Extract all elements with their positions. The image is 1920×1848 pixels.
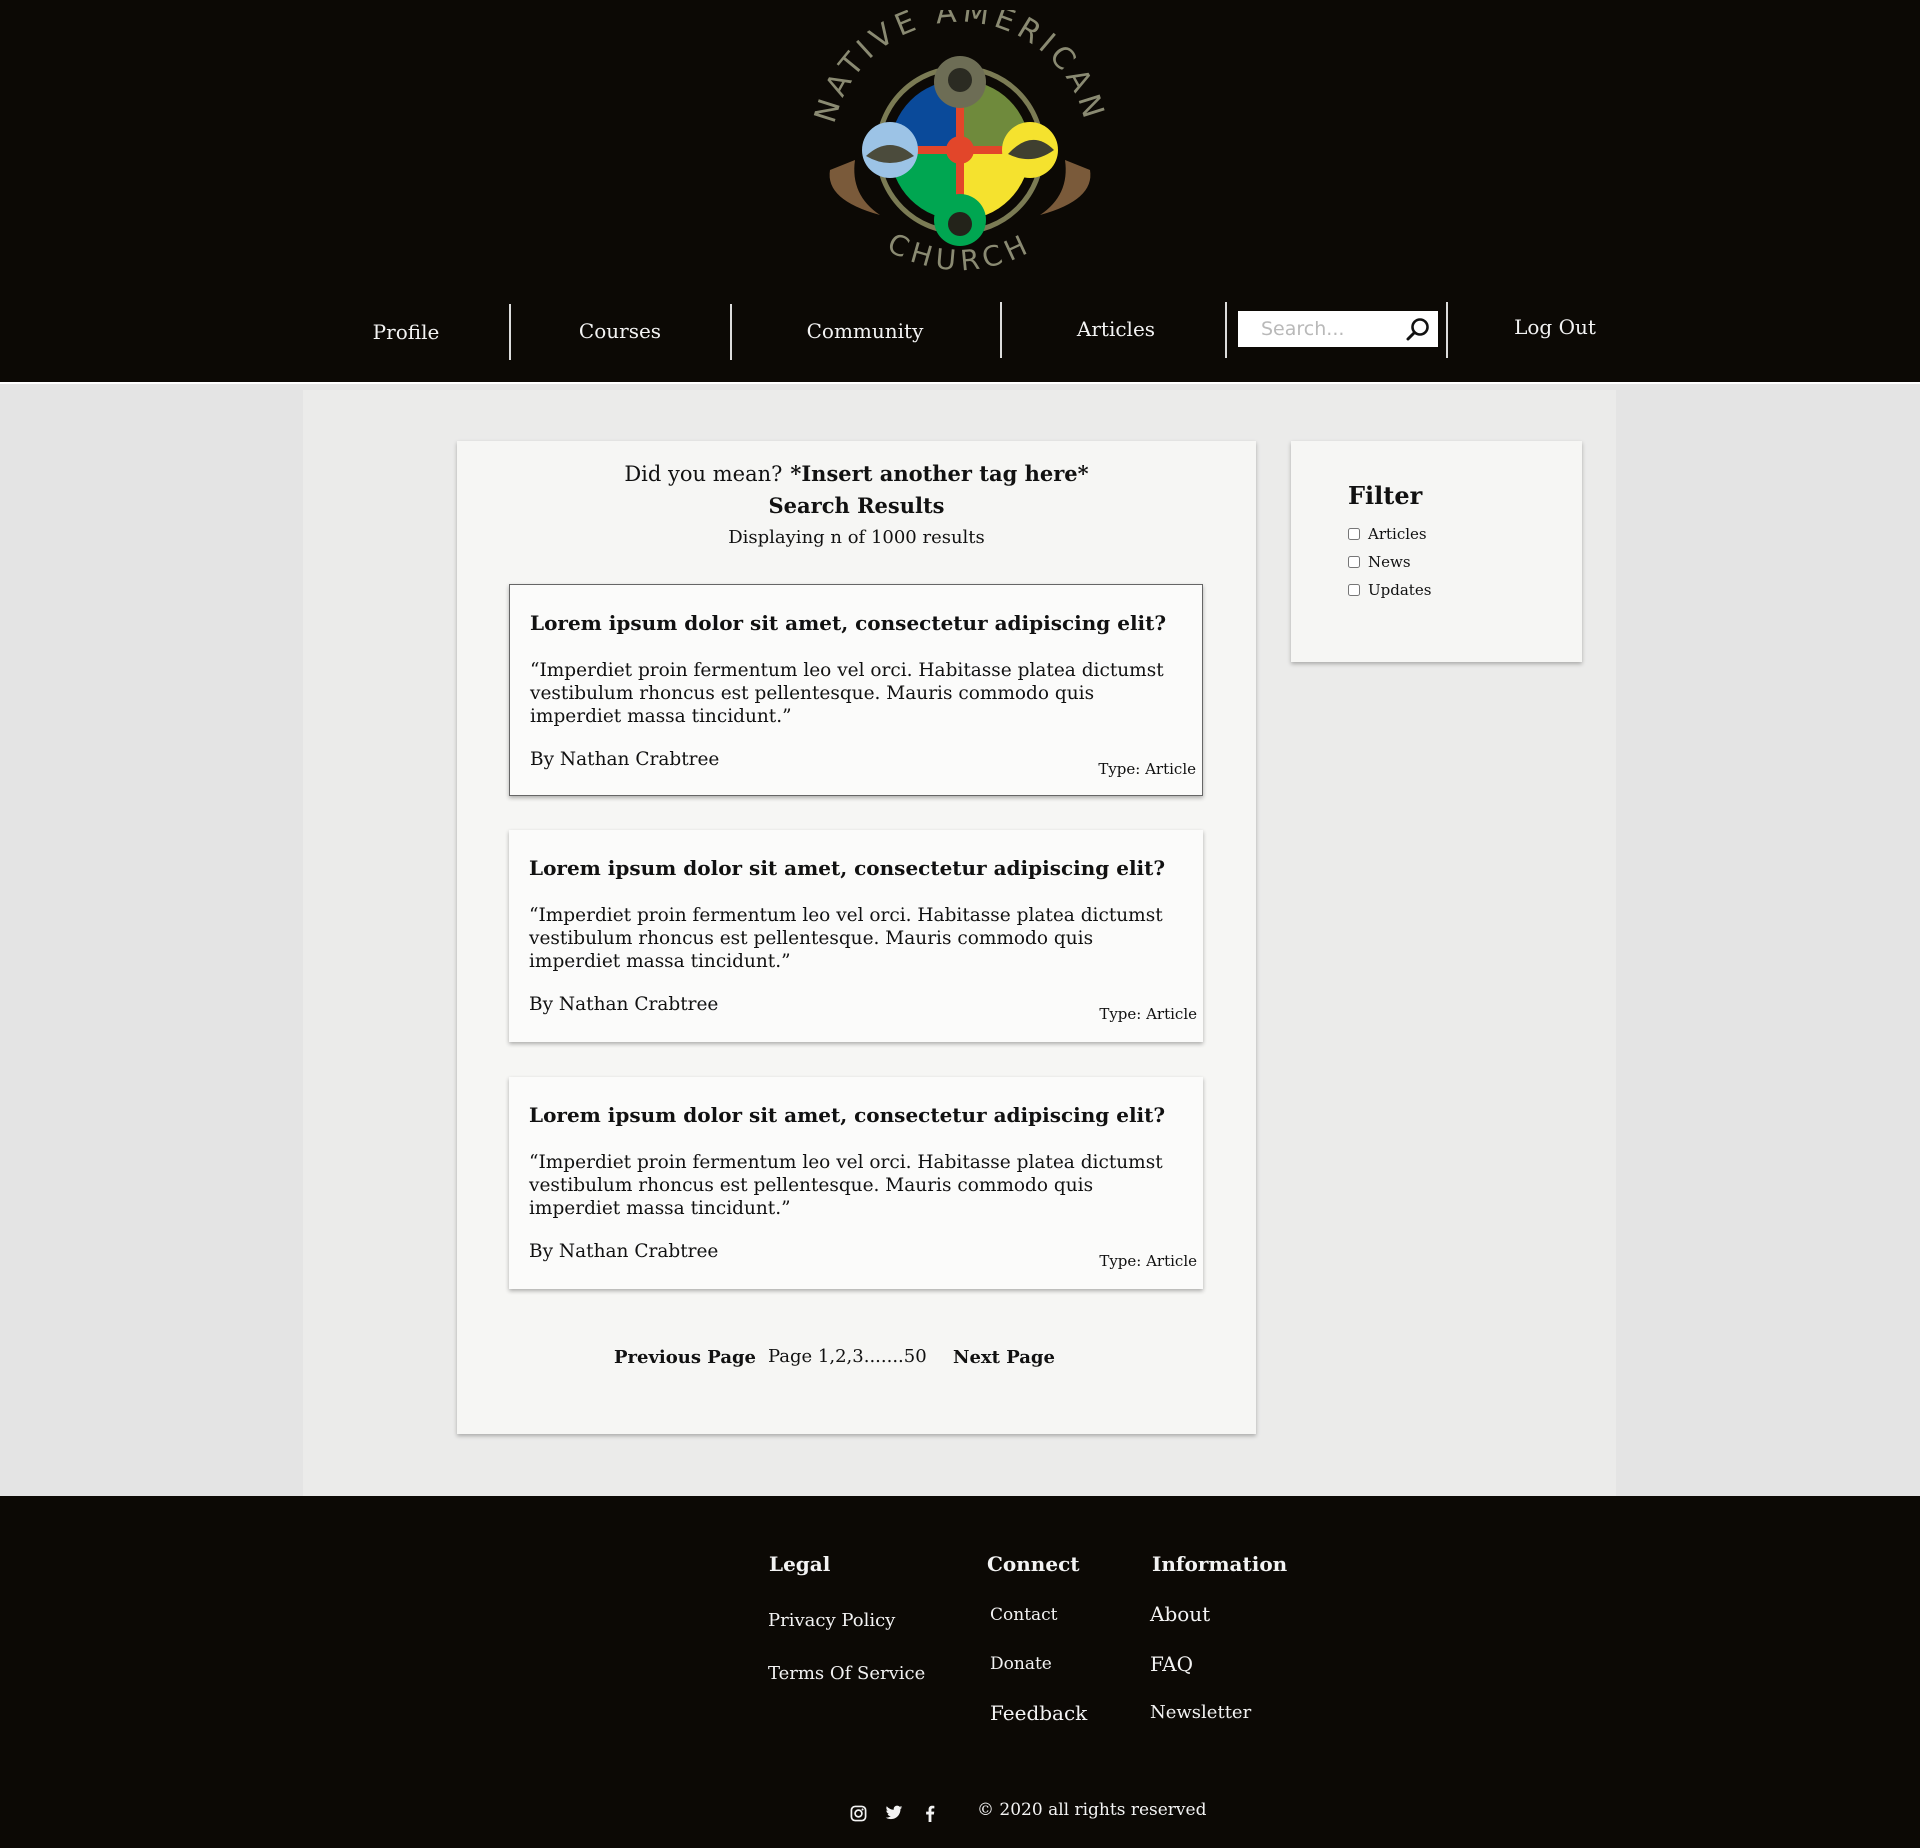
result-card[interactable]: Lorem ipsum dolor sit amet, consectetur … [509, 830, 1203, 1042]
donate-link[interactable]: Donate [990, 1654, 1052, 1674]
result-excerpt: “Imperdiet proin fermentum leo vel orci.… [530, 660, 1164, 727]
nav-profile[interactable]: Profile [356, 320, 456, 344]
footer-heading-legal: Legal [769, 1552, 831, 1576]
nav-courses[interactable]: Courses [560, 319, 680, 343]
result-title[interactable]: Lorem ipsum dolor sit amet, consectetur … [529, 856, 1189, 880]
filter-label: Updates [1368, 581, 1432, 599]
result-author: By Nathan Crabtree [529, 994, 719, 1015]
logout-link[interactable]: Log Out [1495, 315, 1615, 339]
filter-label: News [1368, 553, 1411, 571]
feedback-link[interactable]: Feedback [990, 1701, 1087, 1725]
facebook-icon [926, 1805, 935, 1822]
results-count: Displaying n of 1000 results [728, 527, 985, 548]
did-you-mean: Did you mean? *Insert another tag here* [457, 461, 1256, 486]
previous-page-button[interactable]: Previous Page [614, 1347, 756, 1368]
did-you-mean-label: Did you mean? [624, 462, 783, 486]
nav-articles[interactable]: Articles [1056, 317, 1176, 341]
site-header: NATIVE AMERICAN CHURCH Profile Courses C… [0, 0, 1920, 384]
filter-label: Articles [1368, 525, 1427, 543]
search-box [1238, 311, 1438, 347]
result-card[interactable]: Lorem ipsum dolor sit amet, consectetur … [509, 584, 1203, 796]
about-link[interactable]: About [1150, 1602, 1210, 1626]
instagram-icon [850, 1805, 866, 1821]
next-page-button[interactable]: Next Page [953, 1347, 1055, 1368]
result-card[interactable]: Lorem ipsum dolor sit amet, consectetur … [509, 1077, 1203, 1289]
search-icon [1406, 318, 1429, 341]
twitter-link[interactable] [883, 1802, 905, 1824]
nav-divider [1000, 302, 1002, 358]
search-input[interactable] [1238, 311, 1398, 347]
result-author: By Nathan Crabtree [530, 749, 720, 770]
result-type: Type: Article [1099, 1005, 1197, 1023]
filter-option-articles[interactable]: Articles [1348, 525, 1427, 543]
header-divider [0, 382, 1920, 384]
filter-panel: Filter Articles News Updates [1291, 441, 1582, 662]
filter-option-news[interactable]: News [1348, 553, 1411, 571]
filter-checkbox-updates[interactable] [1348, 584, 1360, 596]
footer-heading-connect: Connect [987, 1552, 1080, 1576]
result-excerpt: “Imperdiet proin fermentum leo vel orci.… [529, 905, 1163, 972]
result-excerpt: “Imperdiet proin fermentum leo vel orci.… [529, 1152, 1163, 1219]
instagram-link[interactable] [847, 1802, 869, 1824]
nav-community[interactable]: Community [785, 319, 945, 343]
nav-divider [1225, 302, 1227, 358]
search-button[interactable] [1398, 311, 1438, 347]
nav-divider [730, 304, 732, 360]
twitter-icon [885, 1805, 903, 1820]
search-results-title: Search Results [768, 493, 945, 518]
result-type: Type: Article [1099, 1252, 1197, 1270]
search-results-panel: Did you mean? *Insert another tag here* S… [457, 441, 1256, 1434]
page-numbers[interactable]: Page 1,2,3.......50 [768, 1346, 927, 1367]
nav-divider [509, 304, 511, 360]
privacy-policy-link[interactable]: Privacy Policy [768, 1610, 895, 1631]
result-author: By Nathan Crabtree [529, 1241, 719, 1262]
filter-option-updates[interactable]: Updates [1348, 581, 1431, 599]
church-logo[interactable]: NATIVE AMERICAN CHURCH [810, 10, 1110, 290]
nav-divider [1446, 302, 1448, 358]
footer-heading-information: Information [1152, 1552, 1288, 1576]
copyright-text: © 2020 all rights reserved [977, 1800, 1207, 1820]
filter-checkbox-news[interactable] [1348, 556, 1360, 568]
filter-checkbox-articles[interactable] [1348, 528, 1360, 540]
terms-of-service-link[interactable]: Terms Of Service [768, 1663, 925, 1684]
facebook-link[interactable] [919, 1802, 941, 1824]
newsletter-link[interactable]: Newsletter [1150, 1702, 1251, 1723]
filter-title: Filter [1348, 481, 1423, 510]
faq-link[interactable]: FAQ [1150, 1652, 1193, 1676]
result-title[interactable]: Lorem ipsum dolor sit amet, consectetur … [530, 611, 1190, 635]
did-you-mean-suggestion[interactable]: *Insert another tag here* [790, 461, 1088, 486]
result-title[interactable]: Lorem ipsum dolor sit amet, consectetur … [529, 1103, 1189, 1127]
result-type: Type: Article [1098, 760, 1196, 778]
contact-link[interactable]: Contact [990, 1605, 1058, 1625]
site-footer: Legal Privacy Policy Terms Of Service Co… [0, 1496, 1920, 1848]
